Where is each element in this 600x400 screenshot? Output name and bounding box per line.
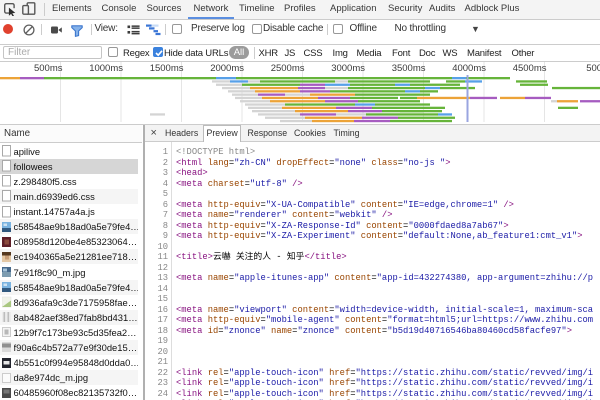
svg-text:4000ms: 4000ms — [452, 63, 486, 74]
svg-text:1000ms: 1000ms — [89, 63, 123, 74]
svg-text:500ms: 500ms — [34, 63, 63, 74]
svg-text:5000ms: 5000ms — [586, 63, 600, 74]
svg-text:4500ms: 4500ms — [513, 63, 547, 74]
svg-text:3000ms: 3000ms — [331, 63, 365, 74]
svg-text:2500ms: 2500ms — [271, 63, 305, 74]
svg-text:1500ms: 1500ms — [150, 63, 184, 74]
svg-text:3500ms: 3500ms — [392, 63, 426, 74]
svg-text:2000ms: 2000ms — [210, 63, 244, 74]
